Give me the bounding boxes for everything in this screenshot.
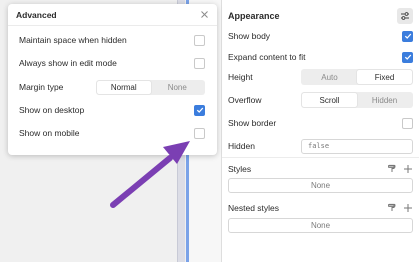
show-mobile-label: Show on mobile xyxy=(19,128,80,138)
expand-content-label: Expand content to fit xyxy=(228,52,306,62)
margin-type-row: Margin type Normal None xyxy=(19,77,205,97)
show-desktop-checkbox[interactable] xyxy=(194,104,205,116)
nested-styles-header: Nested styles xyxy=(228,198,413,218)
always-show-label: Always show in edit mode xyxy=(19,58,117,68)
height-option-auto[interactable]: Auto xyxy=(302,70,357,84)
height-row: Height Auto Fixed xyxy=(228,67,413,87)
overflow-segmented-control: Scroll Hidden xyxy=(301,92,413,108)
show-border-row[interactable]: Show border xyxy=(228,113,413,133)
close-icon[interactable] xyxy=(200,10,209,19)
maintain-space-checkbox[interactable] xyxy=(194,34,205,46)
show-body-label: Show body xyxy=(228,31,271,41)
margin-option-none[interactable]: None xyxy=(151,81,205,94)
nested-styles-select[interactable]: None xyxy=(228,218,413,233)
overflow-row: Overflow Scroll Hidden xyxy=(228,90,413,110)
show-mobile-row[interactable]: Show on mobile xyxy=(19,123,205,143)
show-border-label: Show border xyxy=(228,118,277,128)
show-body-row[interactable]: Show body xyxy=(228,26,413,46)
show-border-checkbox[interactable] xyxy=(402,117,413,129)
styles-title: Styles xyxy=(228,164,252,174)
show-desktop-label: Show on desktop xyxy=(19,105,85,115)
advanced-header: Advanced xyxy=(8,4,217,26)
expand-content-row[interactable]: Expand content to fit xyxy=(228,47,413,67)
divider xyxy=(222,157,419,158)
appearance-title: Appearance xyxy=(228,11,280,21)
maintain-space-row[interactable]: Maintain space when hidden xyxy=(19,30,205,50)
add-icon[interactable] xyxy=(403,203,413,213)
inspector-panel: Appearance Show body Expand content to f… xyxy=(221,0,419,262)
nested-styles-title: Nested styles xyxy=(228,203,280,213)
hidden-row: Hidden false xyxy=(228,136,413,156)
add-icon[interactable] xyxy=(403,164,413,174)
show-desktop-row[interactable]: Show on desktop xyxy=(19,100,205,120)
advanced-popover: Advanced Maintain space when hidden Alwa… xyxy=(8,4,217,155)
margin-option-normal[interactable]: Normal xyxy=(97,80,151,94)
hidden-input[interactable]: false xyxy=(301,138,413,154)
paint-brush-icon[interactable] xyxy=(387,203,397,213)
always-show-checkbox[interactable] xyxy=(194,57,205,69)
show-body-checkbox[interactable] xyxy=(402,30,413,42)
show-mobile-checkbox[interactable] xyxy=(194,127,205,139)
maintain-space-label: Maintain space when hidden xyxy=(19,35,127,45)
height-segmented-control: Auto Fixed xyxy=(301,69,413,85)
overflow-option-hidden[interactable]: Hidden xyxy=(357,93,412,107)
always-show-row[interactable]: Always show in edit mode xyxy=(19,53,205,73)
styles-header: Styles xyxy=(228,159,413,179)
margin-type-segmented-control: Normal None xyxy=(96,79,205,95)
paint-brush-icon[interactable] xyxy=(387,164,397,174)
height-option-fixed[interactable]: Fixed xyxy=(357,70,412,84)
styles-select[interactable]: None xyxy=(228,178,413,193)
appearance-header: Appearance xyxy=(228,6,413,26)
settings-sliders-icon[interactable] xyxy=(397,8,413,24)
advanced-title: Advanced xyxy=(16,9,57,20)
overflow-option-scroll[interactable]: Scroll xyxy=(302,93,357,107)
expand-content-checkbox[interactable] xyxy=(402,51,413,63)
